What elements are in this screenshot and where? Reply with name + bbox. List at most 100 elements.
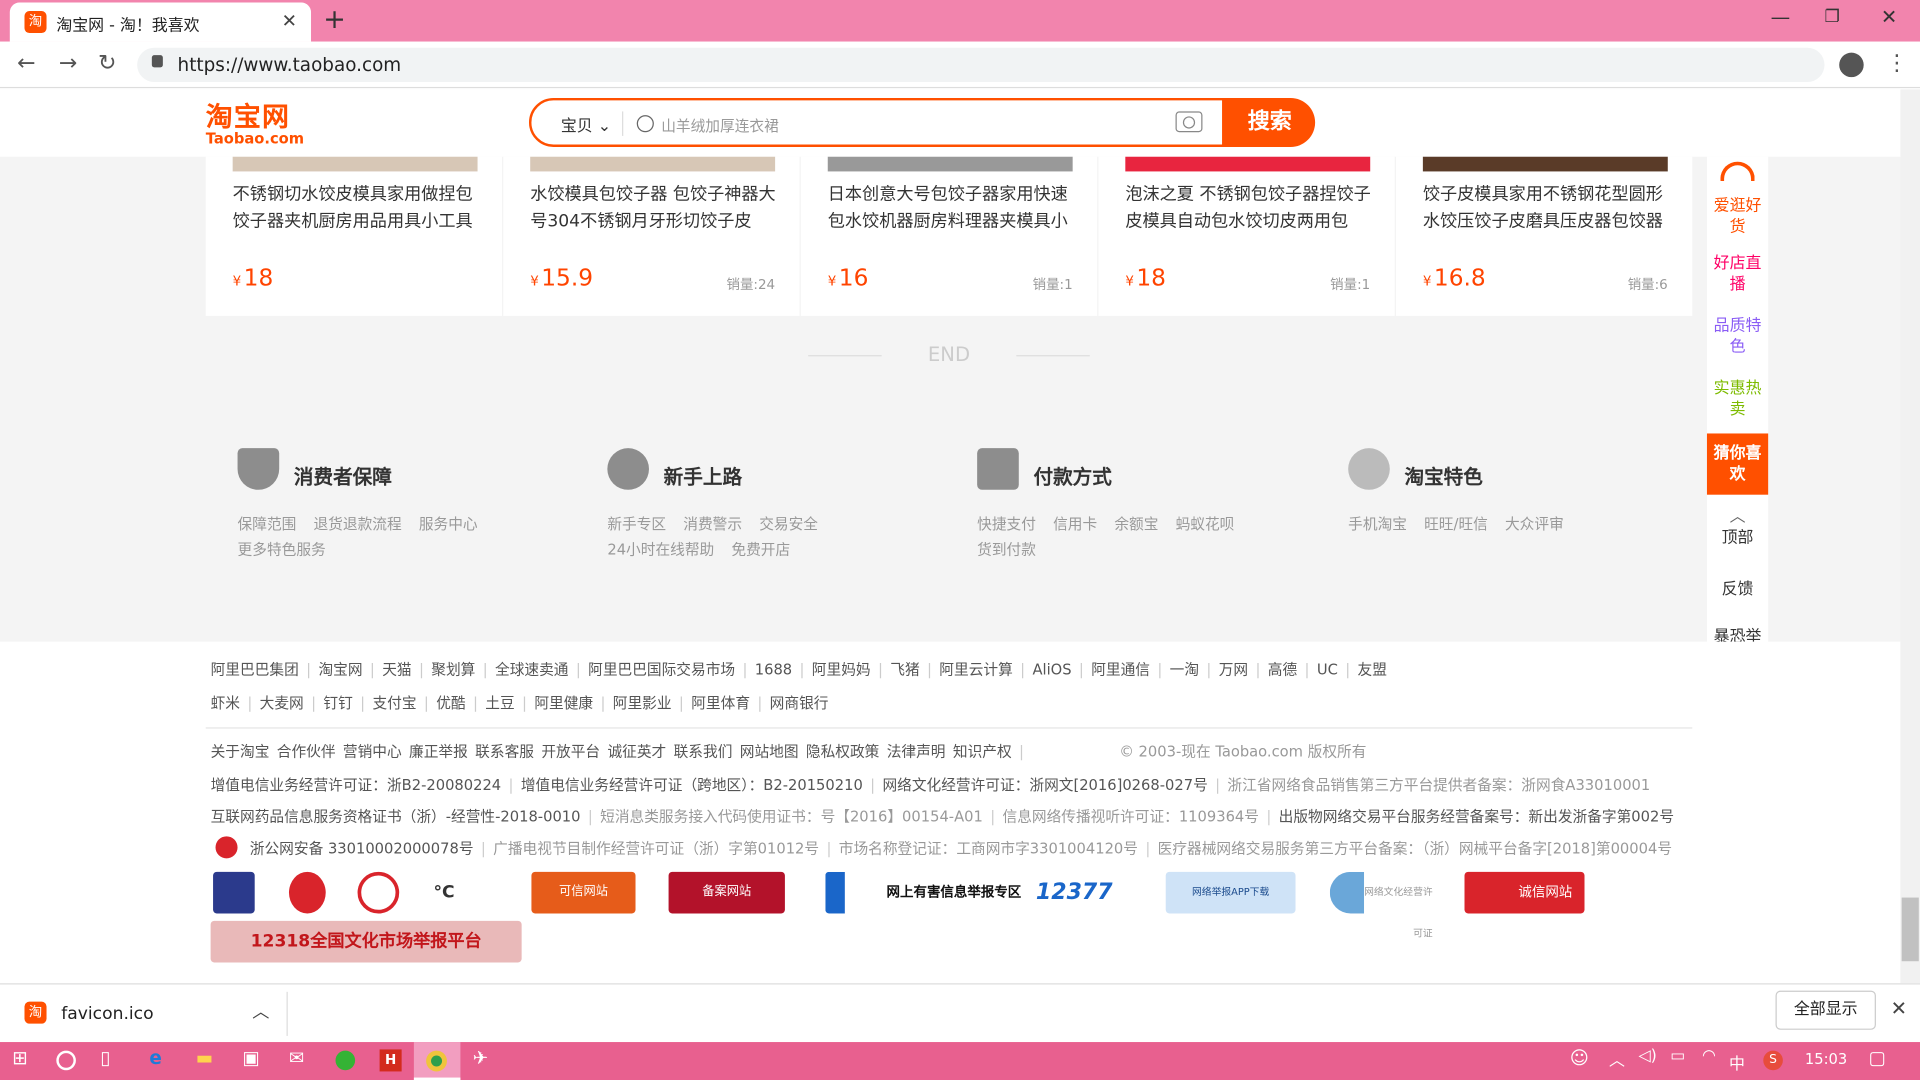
service-link[interactable]: 更多特色服务 <box>238 541 326 558</box>
product-card[interactable]: 不锈钢切水饺皮模具家用做捏包饺子器夹机厨房用品用具小工具 ¥18 <box>205 156 503 316</box>
camera-icon[interactable] <box>1175 111 1203 133</box>
app-green-icon[interactable] <box>335 1050 356 1071</box>
footer-link[interactable]: 1688 <box>755 661 792 678</box>
footer-link[interactable]: 网站地图 <box>740 743 799 760</box>
badge-icon[interactable] <box>213 871 255 914</box>
harmful-info-report-badge[interactable]: 网上有害信息举报专区 <box>825 871 1027 914</box>
footer-link[interactable]: 联系我们 <box>674 743 733 760</box>
profile-avatar-icon[interactable] <box>1839 52 1864 78</box>
service-link[interactable]: 服务中心 <box>419 516 478 533</box>
culture-market-report-badge[interactable]: 12318全国文化市场举报平台 <box>210 920 522 963</box>
tray-chevron-icon[interactable]: ︿ <box>1609 1047 1625 1070</box>
footer-link[interactable]: 知识产权 <box>953 743 1012 760</box>
badge-icon[interactable]: °C <box>433 872 499 914</box>
tab-close-icon[interactable]: ✕ <box>282 10 297 32</box>
sogou-icon[interactable]: S <box>1763 1050 1783 1071</box>
credit-site-badge[interactable]: 诚信网站 <box>1464 871 1585 914</box>
system-clock[interactable]: 15:03 <box>1805 1051 1847 1068</box>
service-link[interactable]: 旺旺/旺信 <box>1424 516 1488 533</box>
footer-link[interactable]: 友盟 <box>1358 661 1387 678</box>
search-category-select[interactable]: 宝贝 ⌄ <box>561 113 611 136</box>
12377-badge[interactable]: 12377 <box>1036 872 1129 914</box>
edge-icon[interactable]: e <box>149 1047 161 1069</box>
footer-link[interactable]: 一淘 <box>1170 661 1199 678</box>
service-link[interactable]: 快捷支付 <box>977 516 1036 533</box>
feedback-button[interactable]: 反馈 <box>1707 579 1768 600</box>
file-explorer-icon[interactable]: ▬ <box>196 1047 213 1069</box>
restore-icon[interactable]: ❐ <box>1825 7 1840 27</box>
footer-link[interactable]: 阿里巴巴国际交易市场 <box>588 661 735 678</box>
footer-link[interactable]: 阿里巴巴集团 <box>211 661 299 678</box>
footer-link[interactable]: 阿里影业 <box>613 694 672 711</box>
page-scrollbar[interactable] <box>1900 89 1920 984</box>
footer-link[interactable]: 天猫 <box>382 661 411 678</box>
search-input[interactable]: 山羊绒加厚连衣裙 <box>661 115 779 136</box>
wifi-icon[interactable]: ◠ <box>1702 1047 1716 1065</box>
volume-icon[interactable]: ◁) <box>1638 1047 1656 1065</box>
footer-link[interactable]: 开放平台 <box>541 743 600 760</box>
footer-link[interactable]: 法律声明 <box>887 743 946 760</box>
service-link[interactable]: 免费开店 <box>731 541 790 558</box>
app-h-icon[interactable]: H <box>379 1049 402 1072</box>
sidebar-item-live[interactable]: 好店直播 <box>1707 253 1768 295</box>
footer-link[interactable]: 诚征英才 <box>607 743 666 760</box>
trusted-site-badge[interactable]: 可信网站 <box>531 871 636 914</box>
task-view-icon[interactable]: ▯ <box>100 1047 110 1069</box>
culture-license-badge[interactable]: 网络文化经营许可证 <box>1329 871 1433 939</box>
people-icon[interactable]: ☺ <box>1570 1047 1589 1069</box>
footer-link[interactable]: 虾米 <box>211 694 240 711</box>
footer-link[interactable]: 阿里体育 <box>691 694 750 711</box>
footer-link[interactable]: 关于淘宝 <box>211 743 270 760</box>
footer-link[interactable]: AliOS <box>1032 661 1071 678</box>
service-link[interactable]: 交易安全 <box>759 516 818 533</box>
service-link[interactable]: 保障范围 <box>238 516 297 533</box>
footer-link[interactable]: 营销中心 <box>343 743 402 760</box>
footer-link[interactable]: 阿里云计算 <box>939 661 1012 678</box>
chevron-up-icon[interactable]: ︿ <box>252 999 269 1023</box>
footer-link[interactable]: 合作伙伴 <box>277 743 336 760</box>
close-download-bar-icon[interactable]: ✕ <box>1891 997 1907 1020</box>
service-link[interactable]: 余额宝 <box>1114 516 1158 533</box>
footer-link[interactable]: 飞猪 <box>890 661 919 678</box>
footer-link[interactable]: 廉正举报 <box>409 743 468 760</box>
back-icon[interactable]: ← <box>17 50 35 76</box>
sidebar-item-hot[interactable]: 实惠热卖 <box>1707 378 1768 420</box>
service-link[interactable]: 大众评审 <box>1505 516 1564 533</box>
scrollbar-thumb[interactable] <box>1901 897 1919 962</box>
badge-icon[interactable] <box>357 871 400 914</box>
gongshang-badge-icon[interactable] <box>288 871 326 914</box>
product-card[interactable]: 水饺模具包饺子器 包饺子神器大号304不锈钢月牙形切饺子皮 ¥15.9 销量:2… <box>503 156 800 316</box>
show-all-downloads-button[interactable]: 全部显示 <box>1775 990 1876 1030</box>
new-tab-icon[interactable]: + <box>323 5 346 36</box>
ime-indicator[interactable]: 中 <box>1729 1051 1745 1074</box>
service-link[interactable]: 货到付款 <box>977 541 1036 558</box>
product-card[interactable]: 泡沫之夏 不锈钢包饺子器捏饺子皮模具自动包水饺切皮两用包 ¥18 销量:1 <box>1098 156 1395 316</box>
footer-link[interactable]: 高德 <box>1268 661 1297 678</box>
windows-start-icon[interactable]: ⊞ <box>12 1047 27 1069</box>
footer-link[interactable]: 全球速卖通 <box>495 661 568 678</box>
window-close-icon[interactable]: ✕ <box>1881 5 1897 28</box>
footer-link[interactable]: 支付宝 <box>372 694 416 711</box>
filing-badge[interactable]: 备案网站 <box>668 871 785 914</box>
mail-icon[interactable]: ✉ <box>289 1047 304 1069</box>
minimize-icon[interactable]: — <box>1771 5 1791 28</box>
footer-link[interactable]: 网商银行 <box>770 694 829 711</box>
download-filename[interactable]: favicon.ico <box>61 1004 153 1024</box>
service-link[interactable]: 信用卡 <box>1053 516 1097 533</box>
sidebar-item-guess[interactable]: 猜你喜欢 <box>1706 433 1769 495</box>
footer-link[interactable]: 聚划算 <box>431 661 475 678</box>
app-bird-icon[interactable]: ✈ <box>473 1047 488 1069</box>
footer-link[interactable]: 钉钉 <box>323 694 352 711</box>
service-link[interactable]: 手机淘宝 <box>1348 516 1407 533</box>
url-field[interactable]: https://www.taobao.com <box>137 47 1825 83</box>
report-app-badge[interactable]: 网络举报APP下载 <box>1165 871 1296 914</box>
reload-icon[interactable]: ↻ <box>98 50 116 76</box>
footer-link[interactable]: 隐私权政策 <box>806 743 879 760</box>
sidebar-item-quality[interactable]: 品质特色 <box>1707 316 1768 358</box>
sidebar-item-recommend[interactable]: 爱逛好货 <box>1707 196 1768 238</box>
footer-link[interactable]: 联系客服 <box>475 743 534 760</box>
footer-link[interactable]: 优酷 <box>436 694 465 711</box>
cortana-icon[interactable] <box>56 1050 76 1071</box>
back-to-top-button[interactable]: 顶部 <box>1707 528 1768 549</box>
footer-link[interactable]: 阿里妈妈 <box>812 661 871 678</box>
